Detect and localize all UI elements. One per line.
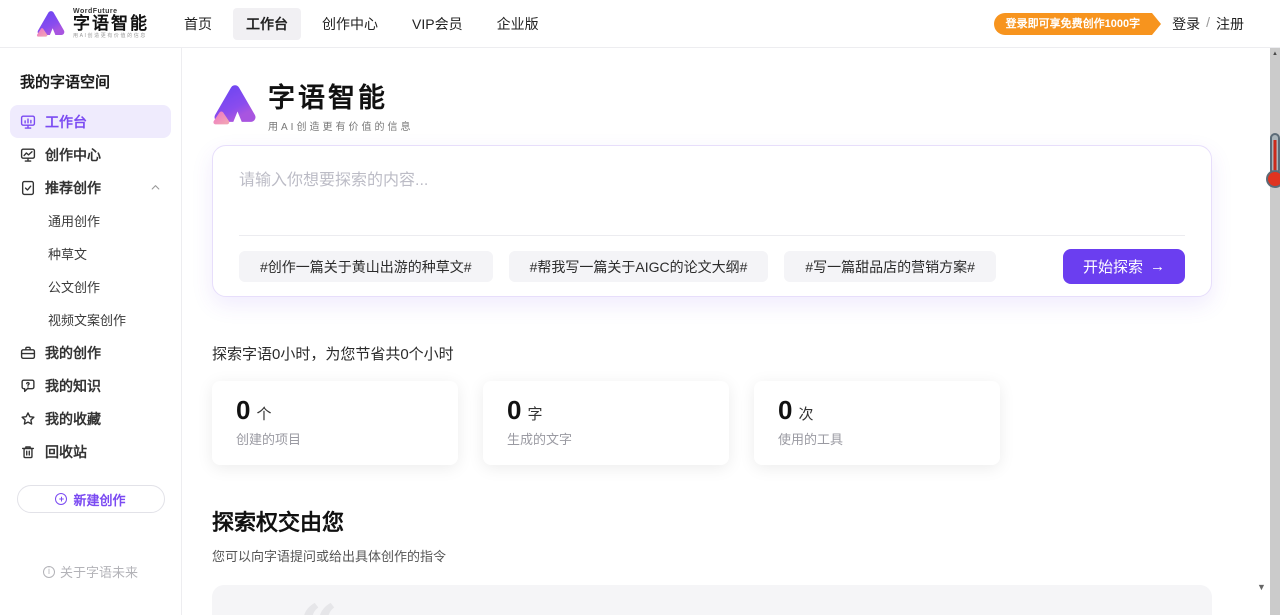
new-creation-button[interactable]: + 新建创作: [17, 485, 165, 513]
suggestion-tag-row: #创作一篇关于黄山出游的种草文# #帮我写一篇关于AIGC的论文大纲# #写一篇…: [239, 249, 1185, 284]
app-logo[interactable]: WordFuture 字语智能 用AI创造更有价值的信息: [36, 8, 149, 39]
stat-value: 0: [507, 395, 521, 425]
sidebar-subitem-official-document[interactable]: 公文创作: [0, 270, 181, 303]
chevron-up-icon[interactable]: [150, 182, 161, 193]
nav-item-vip[interactable]: VIP会员: [399, 8, 476, 40]
quote-mark-icon: “: [298, 599, 338, 615]
register-link[interactable]: 注册: [1216, 14, 1244, 34]
explore-section-subtitle: 您可以向字语提问或给出具体创作的指令: [212, 546, 1272, 565]
hero-tagline: 用AI创造更有价值的信息: [268, 118, 413, 133]
nav-item-enterprise[interactable]: 企业版: [484, 8, 552, 40]
example-prompts-card: “ 字语智能是什么? 嘿，帮我创作一篇北京出游攻略: [212, 585, 1212, 615]
hero-text: 字语智能 用AI创造更有价值的信息: [268, 76, 413, 133]
main-nav: 首页 工作台 创作中心 VIP会员 企业版: [171, 8, 552, 40]
monitor-icon: [20, 114, 36, 130]
page-scrollbar[interactable]: ▲: [1270, 48, 1280, 615]
navbar-right: 登录即可享免费创作1000字 登录 / 注册: [994, 13, 1244, 35]
brand-name: 字语智能: [73, 15, 149, 33]
arrow-right-icon: →: [1150, 258, 1165, 275]
sidebar-item-my-creations[interactable]: 我的创作: [10, 336, 171, 369]
stat-value-line: 0次: [778, 395, 976, 426]
top-navbar: WordFuture 字语智能 用AI创造更有价值的信息 首页 工作台 创作中心…: [0, 0, 1280, 48]
sidebar-item-label: 我的收藏: [45, 409, 101, 429]
sidebar-item-label: 回收站: [45, 442, 87, 462]
explore-section-title: 探索权交由您: [212, 505, 1272, 537]
sidebar: 我的字语空间 工作台 创作中心 推荐创作 通用创作 种草文 公文创作 视频文案创…: [0, 48, 182, 615]
sidebar-item-label: 推荐创作: [45, 178, 101, 198]
login-promo-badge[interactable]: 登录即可享免费创作1000字: [994, 13, 1152, 35]
stat-card-words: 0字 生成的文字: [483, 381, 729, 465]
auth-links: 登录 / 注册: [1172, 14, 1244, 34]
login-link[interactable]: 登录: [1172, 14, 1200, 34]
stat-card-row: 0个 创建的项目 0字 生成的文字 0次 使用的工具: [212, 381, 1272, 465]
stat-card-tools: 0次 使用的工具: [754, 381, 1000, 465]
stat-label: 创建的项目: [236, 429, 434, 448]
stat-unit: 次: [798, 406, 813, 423]
suggestion-tag-dessert[interactable]: #写一篇甜品店的营销方案#: [784, 251, 996, 282]
start-explore-label: 开始探索: [1083, 256, 1143, 277]
stat-value: 0: [236, 395, 250, 425]
sidebar-subitem-seeding-article[interactable]: 种草文: [0, 237, 181, 270]
search-card: #创作一篇关于黄山出游的种草文# #帮我写一篇关于AIGC的论文大纲# #写一篇…: [212, 145, 1212, 297]
start-explore-button[interactable]: 开始探索 →: [1063, 249, 1185, 284]
stat-label: 生成的文字: [507, 429, 705, 448]
sidebar-item-label: 工作台: [45, 112, 87, 132]
scroll-down-arrow-icon[interactable]: ▼: [1257, 582, 1266, 592]
sidebar-title: 我的字语空间: [20, 71, 181, 92]
hero-triangle-icon: [212, 82, 258, 128]
sidebar-item-recycle-bin[interactable]: 回收站: [10, 435, 171, 468]
stat-value: 0: [778, 395, 792, 425]
sidebar-item-my-favorites[interactable]: 我的收藏: [10, 402, 171, 435]
nav-item-home[interactable]: 首页: [171, 8, 225, 40]
sidebar-item-label: 我的知识: [45, 376, 101, 396]
brand-triangle-icon: [36, 9, 66, 39]
brand-text: WordFuture 字语智能 用AI创造更有价值的信息: [73, 8, 149, 39]
suggestion-tag-huangshan[interactable]: #创作一篇关于黄山出游的种草文#: [239, 251, 493, 282]
sidebar-subitem-video-copywriting[interactable]: 视频文案创作: [0, 303, 181, 336]
stat-value-line: 0个: [236, 395, 434, 426]
monitor-chart-icon: [20, 147, 36, 163]
scrollbar-thumb-thermometer-icon[interactable]: [1265, 132, 1280, 195]
chat-question-icon: [20, 378, 36, 394]
sidebar-item-label: 创作中心: [45, 145, 101, 165]
hero-name: 字语智能: [268, 76, 413, 115]
sidebar-item-label: 我的创作: [45, 343, 101, 363]
new-creation-label: 新建创作: [73, 490, 125, 509]
stat-card-projects: 0个 创建的项目: [212, 381, 458, 465]
stat-unit: 个: [256, 406, 271, 423]
sidebar-item-workspace[interactable]: 工作台: [10, 105, 171, 138]
nav-item-workspace[interactable]: 工作台: [233, 8, 301, 40]
hero-logo: 字语智能 用AI创造更有价值的信息: [212, 76, 1272, 133]
sidebar-item-creation-center[interactable]: 创作中心: [10, 138, 171, 171]
stats-summary: 探索字语0小时，为您节省共0个小时: [212, 343, 1272, 364]
stat-unit: 字: [527, 406, 542, 423]
sidebar-subitem-general-creation[interactable]: 通用创作: [0, 204, 181, 237]
trash-icon: [20, 444, 36, 460]
nav-item-creation-center[interactable]: 创作中心: [309, 8, 391, 40]
document-check-icon: [20, 180, 36, 196]
search-input[interactable]: [239, 166, 1185, 226]
main-content: 字语智能 用AI创造更有价值的信息 #创作一篇关于黄山出游的种草文# #帮我写一…: [182, 48, 1272, 615]
about-link[interactable]: i 关于字语未来: [0, 562, 181, 581]
auth-divider: /: [1206, 14, 1210, 34]
briefcase-icon: [20, 345, 36, 361]
sidebar-item-recommended-creation[interactable]: 推荐创作: [10, 171, 171, 204]
suggestion-tag-aigc[interactable]: #帮我写一篇关于AIGC的论文大纲#: [509, 251, 769, 282]
plus-circle-icon: +: [55, 493, 67, 505]
stat-label: 使用的工具: [778, 429, 976, 448]
sidebar-item-my-knowledge[interactable]: 我的知识: [10, 369, 171, 402]
info-circle-icon: i: [43, 566, 55, 578]
about-label: 关于字语未来: [60, 562, 138, 581]
scrollbar-up-arrow-icon[interactable]: ▲: [1270, 51, 1280, 57]
search-divider: [239, 235, 1185, 236]
stat-value-line: 0字: [507, 395, 705, 426]
brand-tagline: 用AI创造更有价值的信息: [73, 34, 149, 39]
star-icon: [20, 411, 36, 427]
